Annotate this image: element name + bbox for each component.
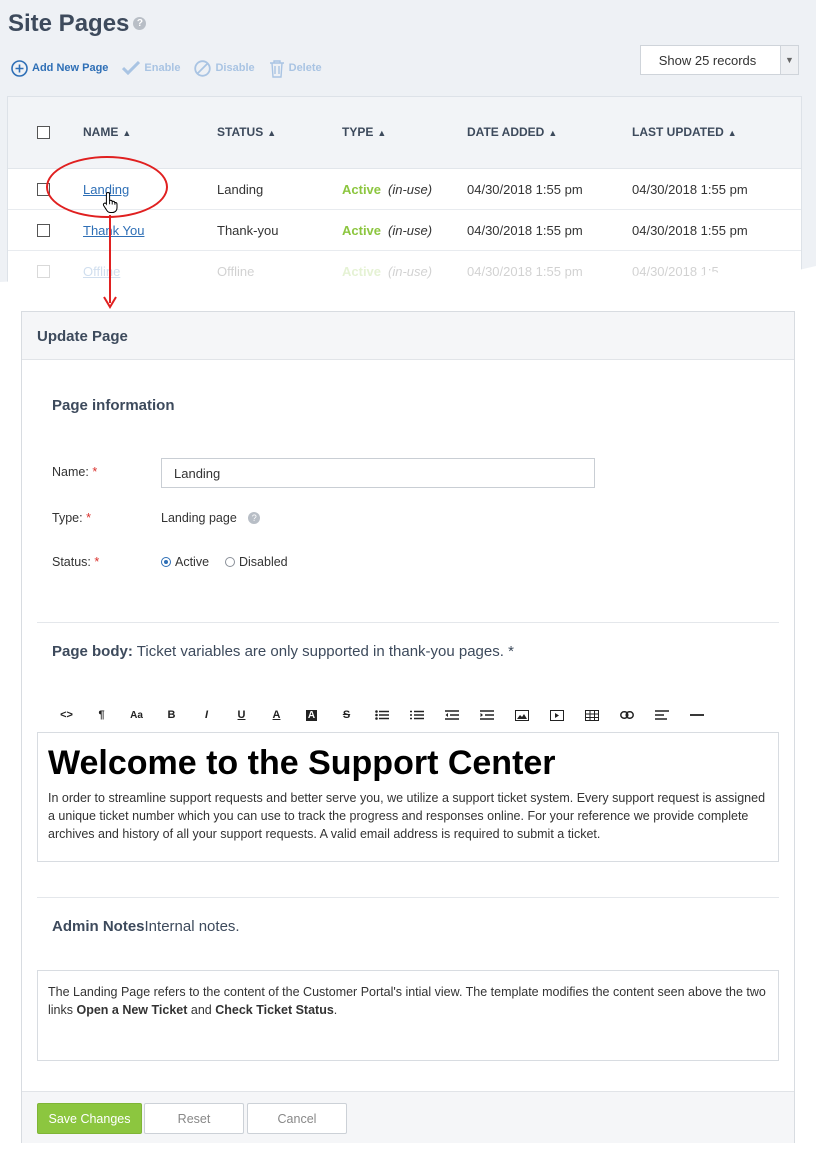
admin-notes-heading: Admin NotesInternal notes. xyxy=(52,918,240,935)
horizontal-rule-icon[interactable] xyxy=(679,705,714,725)
radio-empty-icon xyxy=(225,556,235,567)
divider xyxy=(37,897,779,898)
update-page-panel: Update Page Page information Name: * Typ… xyxy=(21,311,795,1143)
ban-icon xyxy=(194,59,212,77)
last-updated-cell: 04/30/2018 1:55 pm xyxy=(632,223,748,238)
background-color-icon[interactable]: A xyxy=(294,705,329,725)
column-header-name[interactable]: NAME ▲︎ xyxy=(83,125,131,139)
divider xyxy=(37,622,779,623)
column-header-last-updated[interactable]: LAST UPDATED ▲︎ xyxy=(632,125,737,139)
section-title: Page information xyxy=(52,397,175,414)
delete-button[interactable]: Delete xyxy=(269,59,322,78)
cancel-button[interactable]: Cancel xyxy=(247,1103,347,1134)
font-color-icon[interactable]: A xyxy=(259,705,294,725)
form-footer: Save Changes Reset Cancel xyxy=(22,1091,794,1143)
unordered-list-icon[interactable] xyxy=(364,705,399,725)
arrow-down-icon xyxy=(103,215,117,309)
editor-paragraph: In order to streamline support requests … xyxy=(48,791,766,841)
bold-icon[interactable]: B xyxy=(154,705,189,725)
editor-heading: Welcome to the Support Center xyxy=(48,744,556,782)
table-icon[interactable] xyxy=(574,705,609,725)
radio-selected-icon xyxy=(161,556,171,567)
save-changes-button[interactable]: Save Changes xyxy=(37,1103,142,1134)
site-pages-section: Site Pages? Add New Page Enable Disable … xyxy=(0,0,816,285)
name-field[interactable] xyxy=(161,458,595,488)
sort-icon: ▲︎ xyxy=(267,128,277,138)
page-body-editor[interactable]: Welcome to the Support Center In order t… xyxy=(37,732,779,862)
sort-icon: ▲︎ xyxy=(377,128,387,138)
torn-edge-divider xyxy=(0,266,816,302)
last-updated-cell: 04/30/2018 1:55 pm xyxy=(632,182,748,197)
hand-pointer-icon xyxy=(102,191,118,213)
reset-button[interactable]: Reset xyxy=(144,1103,244,1134)
select-all-checkbox[interactable] xyxy=(37,126,50,139)
column-header-type[interactable]: TYPE ▲︎ xyxy=(342,125,386,139)
add-new-page-button[interactable]: Add New Page xyxy=(11,59,108,77)
code-view-icon[interactable]: <> xyxy=(49,705,84,725)
strikethrough-icon[interactable]: S xyxy=(329,705,364,725)
status-label: Status: * xyxy=(52,555,100,569)
type-value: Landing page ? xyxy=(161,511,261,525)
status-disabled-radio[interactable]: Disabled xyxy=(225,555,288,569)
align-left-icon[interactable] xyxy=(644,705,679,725)
row-checkbox[interactable] xyxy=(37,224,50,237)
video-icon[interactable] xyxy=(539,705,574,725)
image-icon[interactable] xyxy=(504,705,539,725)
page-body-heading: Page body: Ticket variables are only sup… xyxy=(52,643,514,660)
question-icon[interactable]: ? xyxy=(248,511,261,524)
font-size-icon[interactable]: Aa xyxy=(119,705,154,725)
column-header-status[interactable]: STATUS ▲︎ xyxy=(217,125,276,139)
date-added-cell: 04/30/2018 1:55 pm xyxy=(467,182,583,197)
disable-button[interactable]: Disable xyxy=(194,59,255,77)
question-icon[interactable]: ? xyxy=(133,17,147,31)
toolbar: Add New Page Enable Disable Delete xyxy=(11,58,336,78)
records-per-page-select[interactable]: Show 25 records ▼ xyxy=(640,45,799,75)
type-cell: Active xyxy=(342,182,382,197)
type-cell: Active xyxy=(342,223,382,238)
status-cell: Thank-you xyxy=(217,223,279,238)
sort-icon: ▲︎ xyxy=(727,128,737,138)
sort-icon: ▲︎ xyxy=(548,128,558,138)
panel-header: Update Page xyxy=(22,312,794,360)
plus-circle-icon xyxy=(11,59,28,77)
ordered-list-icon[interactable] xyxy=(399,705,434,725)
date-added-cell: 04/30/2018 1:55 pm xyxy=(467,223,583,238)
admin-notes-editor[interactable]: The Landing Page refers to the content o… xyxy=(37,970,779,1061)
type-note: (in-use) xyxy=(388,182,433,197)
status-cell: Landing xyxy=(217,182,264,197)
page-title: Site Pages? xyxy=(8,10,147,38)
type-note: (in-use) xyxy=(388,223,433,238)
column-header-date-added[interactable]: DATE ADDED ▲︎ xyxy=(467,125,557,139)
enable-button[interactable]: Enable xyxy=(122,61,180,75)
editor-toolbar: <> ¶ Aa B I U A A S xyxy=(37,698,779,732)
underline-icon[interactable]: U xyxy=(224,705,259,725)
sort-icon: ▲︎ xyxy=(122,128,132,138)
name-label: Name: * xyxy=(52,465,98,479)
link-icon[interactable] xyxy=(609,705,644,725)
check-icon xyxy=(122,61,141,75)
outdent-icon[interactable] xyxy=(434,705,469,725)
indent-icon[interactable] xyxy=(469,705,504,725)
paragraph-icon[interactable]: ¶ xyxy=(84,705,119,725)
chevron-down-icon: ▼ xyxy=(780,46,798,74)
type-label: Type: * xyxy=(52,511,91,525)
panel-title: Update Page xyxy=(37,328,128,345)
status-active-radio[interactable]: Active xyxy=(161,555,209,569)
italic-icon[interactable]: I xyxy=(189,705,224,725)
trash-icon xyxy=(269,59,285,78)
